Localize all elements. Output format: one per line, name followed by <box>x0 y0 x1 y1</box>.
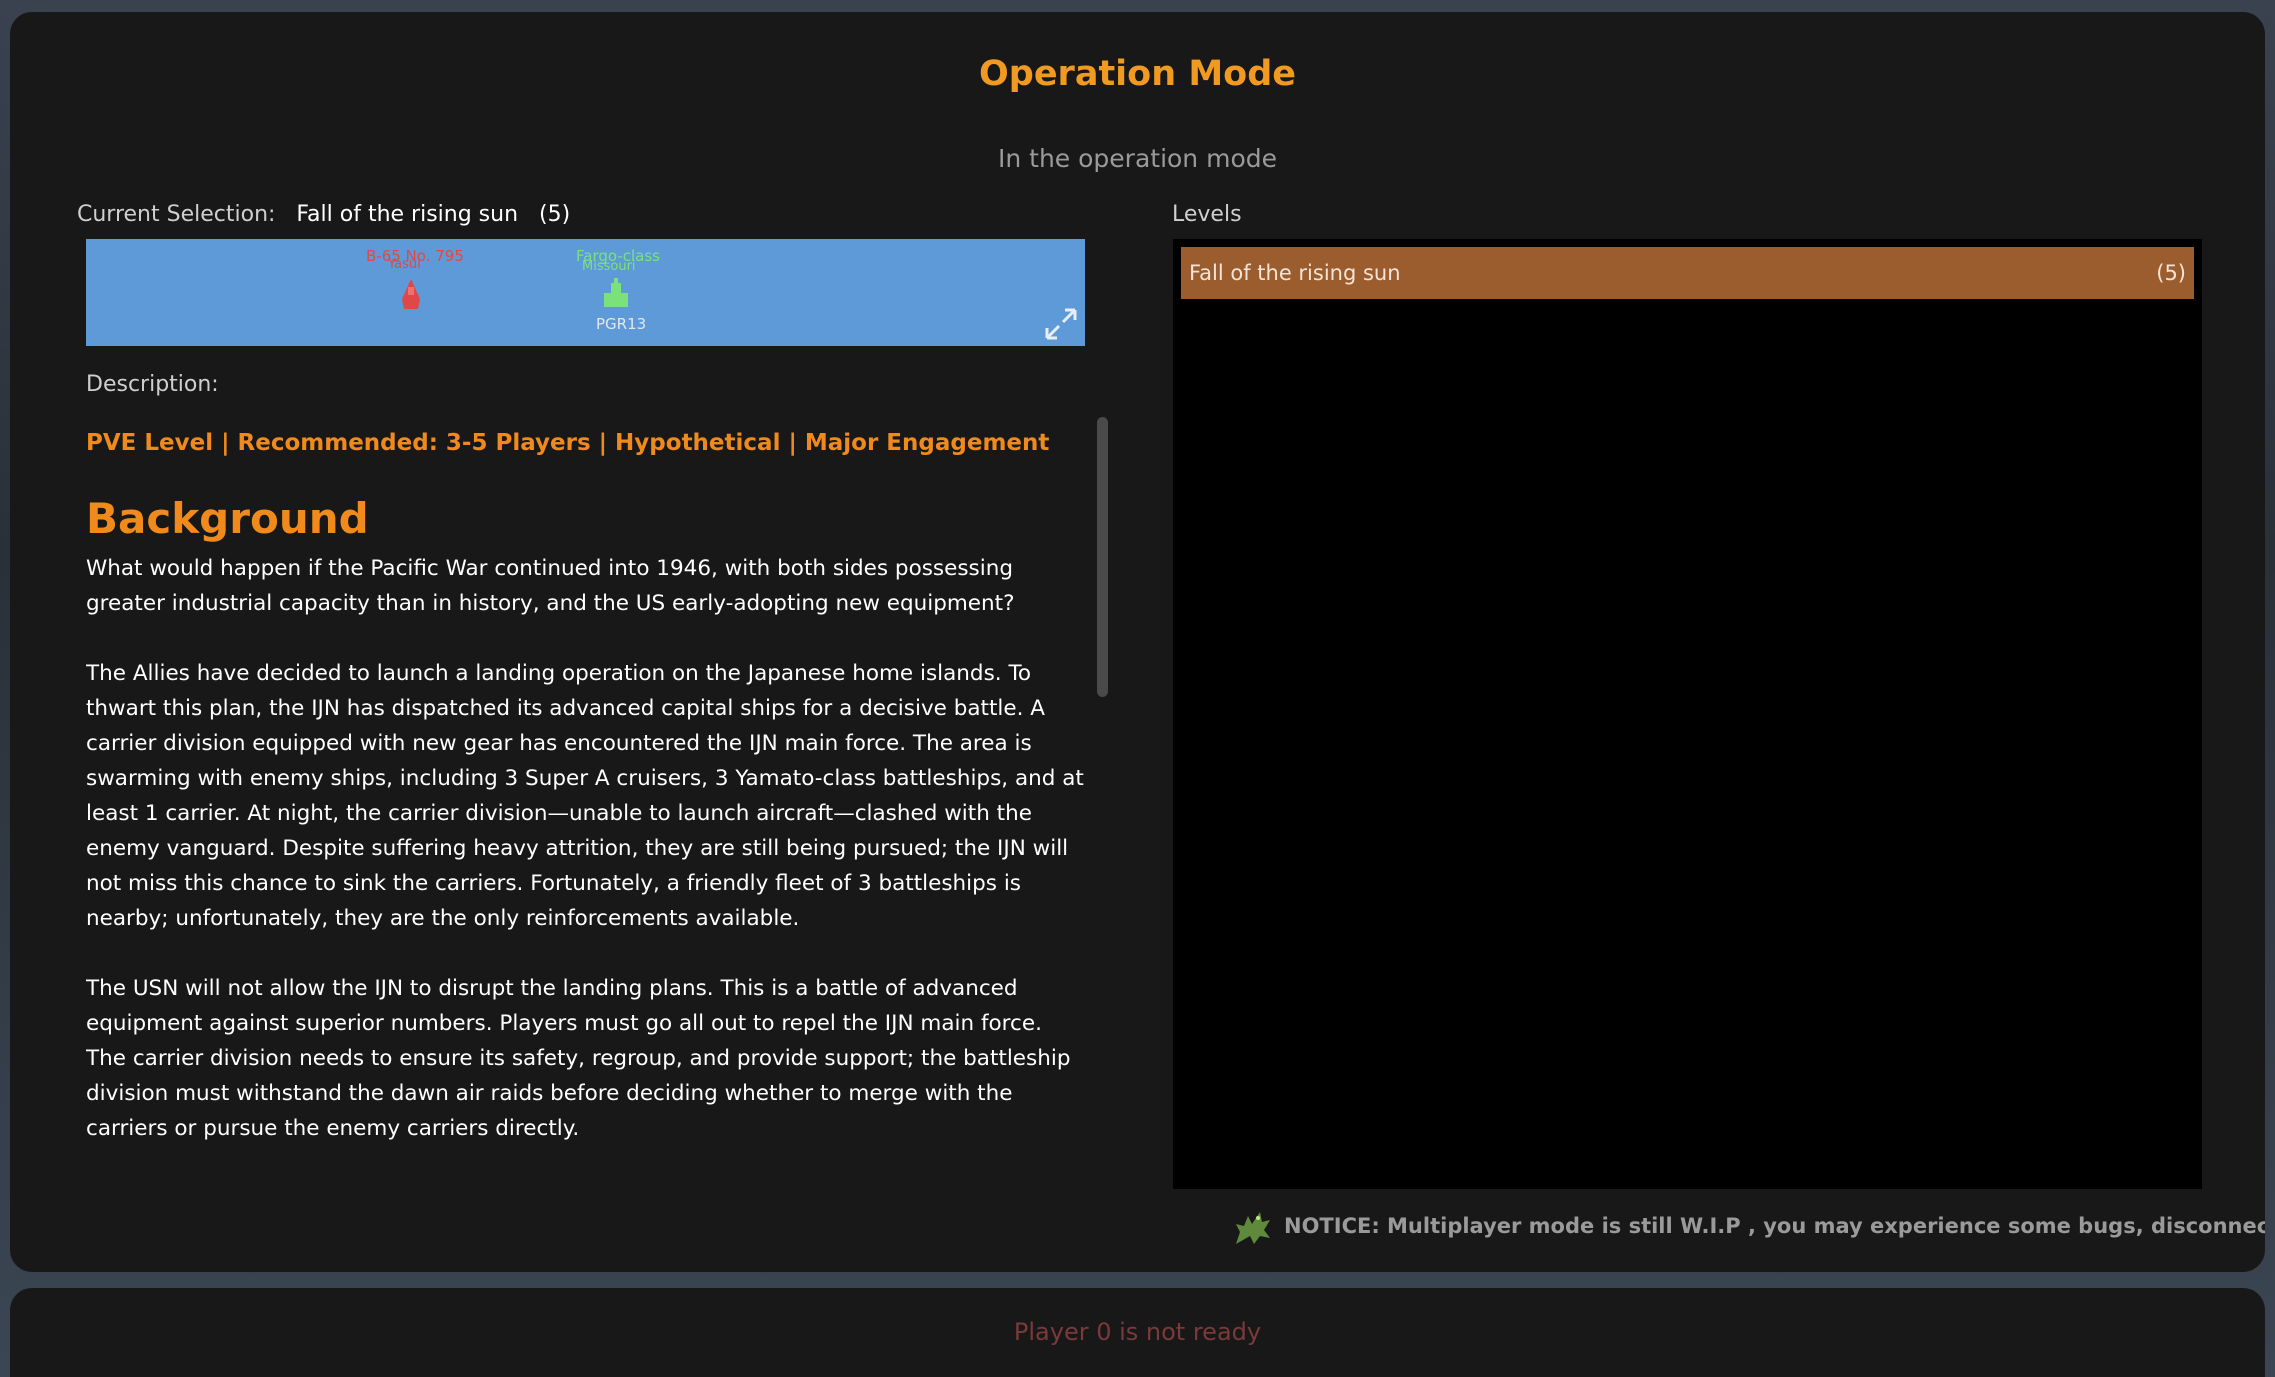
description-scroll-area[interactable]: PVE Level | Recommended: 3-5 Players | H… <box>86 412 1092 1202</box>
dragon-icon <box>1236 1212 1270 1244</box>
multiplayer-notice: NOTICE: Multiplayer mode is still W.I.P … <box>1230 1204 2265 1248</box>
description-paragraph: The USN will not allow the IJN to disrup… <box>86 976 1071 1141</box>
friendly-ship-icon[interactable] <box>600 277 632 309</box>
friendly-unit-sublabel: Missouri <box>582 259 636 274</box>
map-preview[interactable]: B-65 No. 795 Yasui Fargo-class Missouri … <box>86 239 1085 346</box>
operation-mode-panel: Operation Mode In the operation mode Cur… <box>10 12 2265 1272</box>
level-tags: PVE Level | Recommended: 3-5 Players | H… <box>86 430 1050 456</box>
current-selection-count: (5) <box>539 202 571 227</box>
level-item-fall-of-the-rising-sun[interactable]: Fall of the rising sun (5) <box>1181 247 2194 299</box>
current-selection-label: Current Selection: <box>77 202 276 227</box>
description-paragraph: What would happen if the Pacific War con… <box>86 556 1015 616</box>
level-item-count: (5) <box>2156 261 2186 285</box>
enemy-unit-sublabel: Yasui <box>388 257 421 272</box>
expand-icon[interactable] <box>1041 304 1081 344</box>
level-item-name: Fall of the rising sun <box>1189 261 1401 285</box>
levels-label: Levels <box>1172 202 1242 227</box>
enemy-ship-icon[interactable] <box>398 277 424 311</box>
footer-panel: Player 0 is not ready <box>10 1288 2265 1377</box>
current-selection-value: Fall of the rising sun <box>296 202 519 227</box>
background-heading: Background <box>86 494 369 543</box>
page-subtitle: In the operation mode <box>997 144 1278 173</box>
player-ready-status: Player 0 is not ready <box>1013 1318 1262 1346</box>
description-scrollbar[interactable] <box>1097 417 1108 697</box>
description-label: Description: <box>86 372 219 397</box>
current-selection: Current Selection: Fall of the rising su… <box>77 202 570 227</box>
notice-text: NOTICE: Multiplayer mode is still W.I.P … <box>1284 1214 2265 1238</box>
page-title: Operation Mode <box>979 54 1296 94</box>
description-paragraph: The Allies have decided to launch a land… <box>86 661 1084 931</box>
friendly-hull-label: PGR13 <box>596 315 647 333</box>
levels-list: Fall of the rising sun (5) <box>1173 239 2202 1189</box>
